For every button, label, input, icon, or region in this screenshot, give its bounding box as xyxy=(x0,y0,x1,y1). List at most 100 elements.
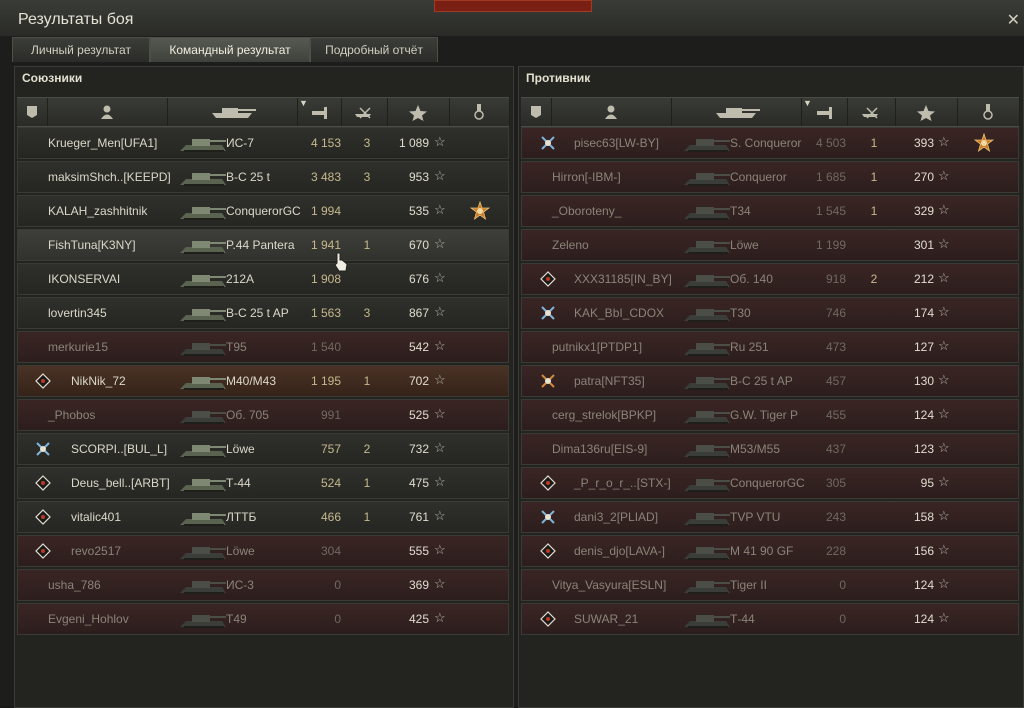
player-row[interactable]: SCORPI..[BUL_L] Löwe 757 2 732 ☆ xyxy=(17,433,509,465)
enemies-title: Противник xyxy=(526,71,591,85)
close-icon[interactable]: ✕ xyxy=(1007,10,1020,30)
top-decoration xyxy=(434,0,592,12)
header-col-damage[interactable]: ▼ xyxy=(801,98,848,126)
header-col-squad[interactable] xyxy=(521,98,552,126)
xp-star-icon: ☆ xyxy=(938,542,950,557)
tank-icon xyxy=(212,108,256,118)
xp-star-icon: ☆ xyxy=(434,542,446,557)
player-icon xyxy=(605,105,617,119)
player-row[interactable]: pisec63[LW-BY] S. Conqueror 4 503 1 393 ☆ xyxy=(521,127,1019,159)
player-row[interactable]: vitalic401 ЛТТБ 466 1 761 ☆ xyxy=(17,501,509,533)
player-row[interactable]: lovertin345 В-С 25 t AP 1 563 3 867 ☆ xyxy=(17,297,509,329)
xp-star-icon: ☆ xyxy=(938,474,950,489)
xp-value: 393 xyxy=(913,136,934,150)
header-col-damage[interactable]: ▼ xyxy=(297,98,342,126)
tank-name: В-С 25 t xyxy=(226,170,271,184)
player-name: KALAH_zashhitnik xyxy=(48,204,148,218)
header-col-medal[interactable] xyxy=(449,98,510,126)
damage-value: 1 540 xyxy=(310,340,341,354)
tank-name: Об. 140 xyxy=(730,272,773,286)
diamond-badge-icon xyxy=(35,475,51,491)
tank-name: T30 xyxy=(730,306,751,320)
header-col-xp-star[interactable] xyxy=(895,98,958,126)
player-row[interactable]: Deus_bell..[ARBT] Т-44 524 1 475 ☆ xyxy=(17,467,509,499)
player-row[interactable]: patra[NFT35] В-С 25 t AP 457 130 ☆ xyxy=(521,365,1019,397)
player-row[interactable]: usha_786 ИС-3 0 369 ☆ xyxy=(17,569,509,601)
xp-value: 1 089 xyxy=(398,136,429,150)
xp-star-icon: ☆ xyxy=(434,474,446,489)
damage-value: 457 xyxy=(825,374,846,388)
xp-value: 158 xyxy=(913,510,934,524)
player-row[interactable]: XXX31185[IN_BY] Об. 140 918 2 212 ☆ xyxy=(521,263,1019,295)
player-row[interactable]: KALAH_zashhitnik ConquerorGC 1 994 535 ☆ xyxy=(17,195,509,227)
squad-icon xyxy=(531,106,541,118)
tank-name: ConquerorGC xyxy=(226,204,301,218)
order-medal-icon xyxy=(974,133,994,153)
tank-name: ConquerorGC xyxy=(730,476,805,490)
player-name: pisec63[LW-BY] xyxy=(574,136,659,150)
player-row[interactable]: dani3_2[PLIAD] TVP VTU 243 158 ☆ xyxy=(521,501,1019,533)
xp-star-icon xyxy=(409,105,427,121)
xp-star-icon: ☆ xyxy=(434,304,446,319)
xp-star-icon: ☆ xyxy=(938,270,950,285)
header-col-tank[interactable] xyxy=(671,98,802,126)
tank-image xyxy=(180,309,226,322)
player-name: Deus_bell..[ARBT] xyxy=(71,476,170,490)
player-row[interactable]: _Phobos Об. 705 991 525 ☆ xyxy=(17,399,509,431)
enemies-table-header: ▼ xyxy=(521,97,1020,127)
player-row[interactable]: maksimShch..[KEEPD] В-С 25 t 3 483 3 953 ☆ xyxy=(17,161,509,193)
player-row[interactable]: Dima136ru[EIS-9] M53/M55 437 123 ☆ xyxy=(521,433,1019,465)
damage-value: 3 483 xyxy=(310,170,341,184)
player-name: FishTuna[K3NY] xyxy=(48,238,136,252)
tab-personal-result[interactable]: Личный результат xyxy=(12,37,150,62)
player-row[interactable]: KAK_BbI_CDOX T30 746 174 ☆ xyxy=(521,297,1019,329)
allies-title: Союзники xyxy=(22,71,83,85)
player-row[interactable]: Hirron[-IBM-] Conqueror 1 685 1 270 ☆ xyxy=(521,161,1019,193)
player-row[interactable]: putnikx1[PTDP1] Ru 251 473 127 ☆ xyxy=(521,331,1019,363)
kills-value: 1 xyxy=(870,136,878,150)
player-row[interactable]: IKONSERVAI 212A 1 908 676 ☆ xyxy=(17,263,509,295)
tab-detailed-report[interactable]: Подробный отчёт xyxy=(310,37,438,62)
player-row[interactable]: revo2517 Löwe 304 555 ☆ xyxy=(17,535,509,567)
player-row[interactable]: denis_djo[LAVA-] M 41 90 GF 228 156 ☆ xyxy=(521,535,1019,567)
damage-value: 466 xyxy=(320,510,341,524)
tank-name: G.W. Tiger P xyxy=(730,408,799,422)
tank-image xyxy=(180,377,226,390)
kills-icon xyxy=(355,107,371,119)
player-row[interactable]: FishTuna[K3NY] P.44 Pantera 1 941 1 670 ☆ xyxy=(17,229,509,261)
player-row[interactable]: Krueger_Men[UFA1] ИС-7 4 153 3 1 089 ☆ xyxy=(17,127,509,159)
header-col-player[interactable] xyxy=(47,98,168,126)
title-bar: Результаты боя ✕ xyxy=(0,0,1024,36)
tank-image xyxy=(684,139,730,152)
tab-team-result[interactable]: Командный результат xyxy=(150,37,310,62)
damage-value: 746 xyxy=(825,306,846,320)
header-col-kills[interactable] xyxy=(847,98,896,126)
player-name: cerg_strelok[BPKP] xyxy=(552,408,657,422)
header-col-medal[interactable] xyxy=(957,98,1020,126)
player-name: patra[NFT35] xyxy=(574,374,645,388)
player-row[interactable]: SUWAR_21 Т-44 0 124 ☆ xyxy=(521,603,1019,635)
header-col-player[interactable] xyxy=(551,98,672,126)
xp-value: 525 xyxy=(408,408,429,422)
player-name: Zeleno xyxy=(552,238,589,252)
tank-image xyxy=(684,411,730,424)
player-row[interactable]: Zeleno Löwe 1 199 301 ☆ xyxy=(521,229,1019,261)
xp-star-icon: ☆ xyxy=(938,134,950,149)
player-row[interactable]: cerg_strelok[BPKP] G.W. Tiger P 455 124 ☆ xyxy=(521,399,1019,431)
damage-value: 1 994 xyxy=(310,204,341,218)
header-col-xp-star[interactable] xyxy=(387,98,450,126)
header-col-tank[interactable] xyxy=(167,98,298,126)
xp-star-icon: ☆ xyxy=(434,406,446,421)
player-row[interactable]: Evgeni_Hohlov T49 0 425 ☆ xyxy=(17,603,509,635)
player-row[interactable]: NikNik_72 M40/M43 1 195 1 702 ☆ xyxy=(17,365,509,397)
header-col-kills[interactable] xyxy=(341,98,388,126)
player-row[interactable]: merkurie15 T95 1 540 542 ☆ xyxy=(17,331,509,363)
damage-value: 1 941 xyxy=(310,238,341,252)
player-row[interactable]: _Oboroteny_ T34 1 545 1 329 ☆ xyxy=(521,195,1019,227)
tank-image xyxy=(180,445,226,458)
tank-image xyxy=(684,581,730,594)
header-col-squad[interactable] xyxy=(17,98,48,126)
tank-image xyxy=(684,343,730,356)
player-row[interactable]: _P_r_o_r_..[STX-] ConquerorGC 305 95 ☆ xyxy=(521,467,1019,499)
player-row[interactable]: Vitya_Vasyura[ESLN] Tiger II 0 124 ☆ xyxy=(521,569,1019,601)
